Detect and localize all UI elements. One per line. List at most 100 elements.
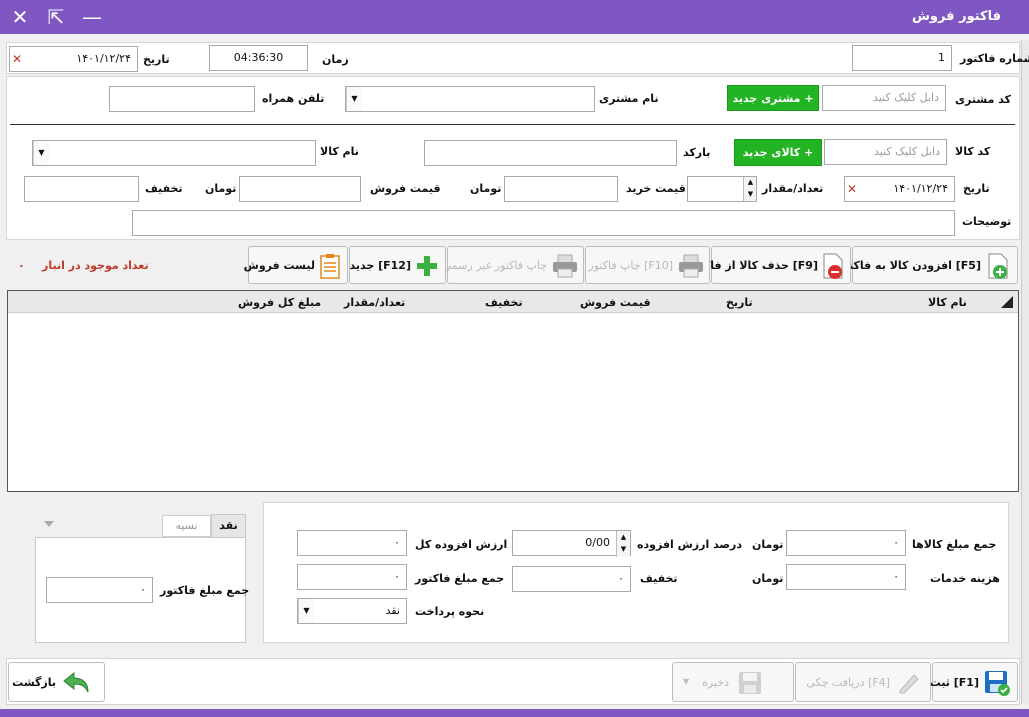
payment-method-label: نحوه پرداخت [415, 605, 485, 618]
invoice-total-input[interactable]: ۰ [297, 564, 407, 590]
product-code-label: کد کالا [955, 145, 991, 158]
receive-check-label: دریافت چکی [F4] [806, 676, 890, 689]
qty-stepper[interactable]: ▲ ▼ [743, 177, 756, 201]
stock-label: تعداد موجود در انبار [42, 259, 149, 272]
pen-icon [899, 674, 919, 694]
payment-method-select[interactable]: نقد ▼ [297, 598, 407, 624]
remove-from-invoice-button[interactable]: حذف کالا از فاکتور [F9] [686, 246, 851, 284]
new-customer-button[interactable]: مشتری جدید + [727, 85, 819, 111]
toman-total-2: تومان [752, 572, 784, 585]
product-code-input[interactable]: دابل کلیک کنید [824, 139, 947, 165]
save-button[interactable]: ثبت [F1] [929, 662, 1018, 702]
items-total-label: جمع مبلغ کالاها [912, 538, 997, 551]
payment-invoice-total-input[interactable]: ۰ [46, 577, 153, 603]
new-product-button[interactable]: کالای جدید + [734, 139, 822, 166]
bottom-accent-bar [0, 709, 1029, 717]
new-label: جدید [F12] [349, 259, 412, 272]
customer-code-input[interactable]: دابل کلیک کنید [822, 85, 946, 111]
print-invoice-button[interactable]: چاپ فاکتور [F10] [585, 246, 710, 284]
chevron-down-icon[interactable]: ▼ [346, 87, 362, 111]
vat-percent-input[interactable]: 0/00 [512, 530, 631, 556]
product-date-label: تاریخ [963, 182, 990, 195]
totals-discount-input[interactable]: ۰ [512, 566, 631, 592]
divider [10, 124, 1015, 125]
clear-product-date-icon[interactable]: ✕ [847, 182, 857, 196]
chevron-down-icon[interactable]: ▼ [683, 677, 689, 686]
grid-col-qty[interactable]: تعداد/مقدار [344, 296, 405, 309]
popout-icon[interactable]: ⇱ [44, 5, 68, 29]
invoice-total-label: جمع مبلغ فاکتور [415, 572, 505, 585]
draft-save-label: ذخیره [702, 676, 729, 689]
vat-percent-stepper[interactable]: ▲ ▼ [616, 531, 630, 557]
discount-input[interactable] [24, 176, 139, 202]
customer-name-select[interactable]: ▼ [345, 86, 595, 112]
time-input[interactable]: 04:36:30 [209, 45, 308, 71]
toman-label-1: تومان [470, 182, 502, 195]
product-name-select[interactable]: ▼ [32, 140, 316, 166]
customer-code-placeholder: دابل کلیک کنید [872, 91, 939, 104]
discount-label: تخفیف [145, 182, 183, 195]
time-label: زمان [322, 53, 349, 66]
clipboard-icon [320, 254, 340, 279]
sell-price-input[interactable] [239, 176, 361, 202]
phone-input[interactable] [109, 86, 255, 112]
print-informal-button[interactable]: چاپ فاکتور غیر رسمی [443, 246, 584, 284]
service-cost-label: هزینه خدمات [930, 572, 1000, 585]
grid-col-discount[interactable]: تخفیف [485, 296, 523, 309]
tab-credit[interactable]: نسیه [162, 515, 211, 537]
product-code-placeholder: دابل کلیک کنید [873, 145, 940, 158]
qty-input[interactable]: ▲ ▼ [687, 176, 757, 202]
chevron-down-icon[interactable] [44, 521, 54, 527]
save-label: ثبت [F1] [929, 676, 979, 689]
sort-triangle-icon [1001, 296, 1013, 308]
buy-price-input[interactable] [504, 176, 618, 202]
date-label: تاریخ [143, 53, 170, 66]
date-input[interactable]: ۱۴۰۱/۱۲/۲۴ [9, 46, 138, 72]
vat-total-input[interactable]: ۰ [297, 530, 407, 556]
floppy-disk-icon [985, 671, 1010, 696]
vat-percent-label: درصد ارزش افزوده [637, 538, 743, 551]
add-to-invoice-button[interactable]: افزودن کالا به فاکتور [F5] [836, 246, 1018, 284]
tab-cash[interactable]: نقد [211, 514, 246, 538]
close-icon[interactable]: ✕ [8, 5, 32, 29]
chevron-down-icon[interactable]: ▼ [298, 599, 314, 623]
sales-list-label: لیست فروش [243, 259, 315, 272]
sell-price-label: قیمت فروش [370, 182, 441, 195]
receive-check-button[interactable]: دریافت چکی [F4] [795, 662, 931, 702]
print-informal-label: چاپ فاکتور غیر رسمی [442, 259, 547, 272]
totals-discount-label: تخفیف [640, 572, 678, 585]
grid-col-sell-price[interactable]: قیمت فروش [580, 296, 651, 309]
grid-col-total[interactable]: مبلغ کل فروش [238, 296, 321, 309]
product-date-input[interactable]: ۱۴۰۱/۱۲/۲۴ [844, 176, 955, 202]
invoice-number-input[interactable]: 1 [852, 45, 952, 71]
payment-method-value: نقد [385, 604, 400, 617]
barcode-input[interactable] [424, 140, 677, 166]
back-button[interactable]: بازگشت [8, 662, 105, 702]
printer-icon [679, 254, 703, 278]
draft-save-button[interactable]: ذخیره ▼ [672, 662, 794, 702]
scrollbar-track[interactable] [1021, 40, 1029, 704]
grid-col-name[interactable]: نام کالا [928, 296, 967, 309]
print-invoice-label: چاپ فاکتور [F10] [588, 259, 673, 272]
service-cost-input[interactable]: ۰ [786, 564, 906, 590]
items-total-input[interactable]: ۰ [786, 530, 906, 556]
clear-date-icon[interactable]: ✕ [12, 52, 22, 66]
vat-total-label: ارزش افزوده کل [415, 538, 508, 551]
buy-price-label: قیمت خرید [626, 182, 686, 195]
new-button[interactable]: جدید [F12] [349, 246, 446, 284]
chevron-down-icon[interactable]: ▼ [33, 141, 49, 165]
window-title: فاکتور فروش [911, 9, 1001, 24]
add-to-invoice-label: افزودن کالا به فاکتور [F5] [835, 259, 981, 272]
document-remove-icon [823, 253, 843, 279]
qty-label: تعداد/مقدار [762, 182, 824, 195]
tab-cash-label: نقد [219, 519, 238, 532]
back-label: بازگشت [12, 676, 56, 689]
invoice-grid[interactable] [7, 290, 1019, 492]
notes-label: توضیحات [962, 215, 1012, 228]
minimize-icon[interactable]: — [80, 5, 104, 29]
customer-code-label: کد مشتری [955, 93, 1011, 106]
undo-arrow-icon [63, 671, 89, 693]
notes-input[interactable] [132, 210, 955, 236]
grid-col-date[interactable]: تاریخ [726, 296, 753, 309]
sales-list-button[interactable]: لیست فروش [244, 246, 348, 284]
